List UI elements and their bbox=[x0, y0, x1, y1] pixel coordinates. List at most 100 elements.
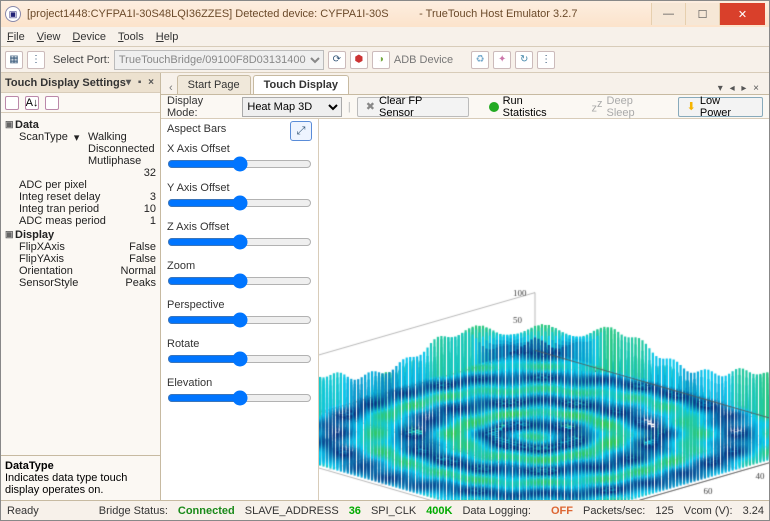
bridge-status-label: Bridge Status: bbox=[99, 505, 168, 517]
display-mode-label: Display Mode: bbox=[167, 95, 236, 119]
title-bar: ▣ [project1448:CYFPA1I-30S48LQI36ZZES] D… bbox=[1, 1, 769, 27]
property-tree[interactable]: ▣Data ScanType▾Walking Disconnected Mutl… bbox=[1, 113, 160, 455]
toolbar-icon-c[interactable]: ↻ bbox=[515, 51, 533, 69]
prop-amp[interactable]: ADC meas period bbox=[19, 215, 106, 227]
prop-orient-val: Normal bbox=[113, 265, 156, 277]
menu-tools[interactable]: Tools bbox=[118, 31, 144, 43]
tab-start-page[interactable]: Start Page bbox=[177, 75, 251, 94]
tabs-right-controls[interactable]: ▾ ◂ ▸ × bbox=[718, 83, 765, 94]
eraser-icon: ✖ bbox=[366, 100, 375, 113]
categorize-icon[interactable] bbox=[5, 96, 19, 110]
port-select[interactable]: TrueTouchBridge/09100F8D03131400 bbox=[114, 50, 324, 70]
prop-flipx[interactable]: FlipXAxis bbox=[19, 241, 65, 253]
slider-x-label: X Axis Offset bbox=[167, 143, 312, 155]
left-panel-title: Touch Display Settings bbox=[5, 77, 126, 89]
vcom-label: Vcom (V): bbox=[684, 505, 733, 517]
maximize-button[interactable]: ☐ bbox=[685, 3, 719, 25]
prop-scantype-val: Walking Disconnected Mutliphase bbox=[80, 131, 156, 167]
prop-ss[interactable]: SensorStyle bbox=[19, 277, 78, 289]
select-port-label: Select Port: bbox=[53, 54, 110, 66]
prop-flipx-val: False bbox=[121, 241, 156, 253]
deep-sleep-label: Deep Sleep bbox=[607, 95, 664, 119]
title-right: - TrueTouch Host Emulator 3.2.7 bbox=[419, 8, 577, 20]
slider-persp-label: Perspective bbox=[167, 299, 312, 311]
sleep-icon: zz bbox=[592, 98, 603, 115]
slave-addr-value: 36 bbox=[349, 505, 361, 517]
tab-touch-display[interactable]: Touch Display bbox=[253, 75, 349, 94]
menu-file[interactable]: File bbox=[7, 31, 25, 43]
prop-amp-val: 1 bbox=[142, 215, 156, 227]
heatmap-3d-canvas[interactable] bbox=[319, 119, 769, 500]
status-bar: Ready Bridge Status: Connected SLAVE_ADD… bbox=[1, 500, 769, 520]
prop-ird[interactable]: Integ reset delay bbox=[19, 191, 100, 203]
clear-fp-button[interactable]: ✖ Clear FP Sensor bbox=[357, 97, 469, 117]
slider-rotate-label: Rotate bbox=[167, 338, 312, 350]
slave-addr-label: SLAVE_ADDRESS bbox=[245, 505, 339, 517]
prop-itp-val: 10 bbox=[136, 203, 156, 215]
content-row: Aspect Bars ⤢ X Axis Offset Y Axis Offse… bbox=[161, 119, 769, 500]
clear-fp-label: Clear FP Sensor bbox=[379, 95, 460, 119]
slider-elev-label: Elevation bbox=[167, 377, 312, 389]
chart-area[interactable] bbox=[319, 119, 769, 500]
slider-persp[interactable] bbox=[167, 313, 312, 327]
run-statistics-button[interactable]: Run Statistics bbox=[481, 97, 578, 117]
window-title: [project1448:CYFPA1I-30S48LQI36ZZES] Det… bbox=[21, 8, 651, 20]
display-mode-select[interactable]: Heat Map 3D bbox=[242, 97, 342, 117]
deep-sleep-button[interactable]: zz Deep Sleep bbox=[584, 97, 672, 117]
left-panel: Touch Display Settings ▾ ▪ × A↓ ▣Data Sc… bbox=[1, 73, 161, 500]
slider-elev[interactable] bbox=[167, 391, 312, 405]
toolbar-icon-d[interactable]: ⋮ bbox=[537, 51, 555, 69]
prop-scan-extra: 32 bbox=[136, 167, 156, 179]
close-button[interactable]: ✕ bbox=[719, 3, 765, 25]
aspect-bars-panel: Aspect Bars ⤢ X Axis Offset Y Axis Offse… bbox=[161, 119, 319, 500]
toolbar: ▦ ⋮ Select Port: TrueTouchBridge/09100F8… bbox=[1, 47, 769, 73]
expand-icon[interactable]: ⤢ bbox=[290, 121, 312, 141]
menu-view[interactable]: View bbox=[37, 31, 61, 43]
toolbar-icon-1[interactable]: ▦ bbox=[5, 51, 23, 69]
minimize-button[interactable]: — bbox=[651, 3, 685, 25]
run-stats-label: Run Statistics bbox=[503, 95, 570, 119]
title-left: [project1448:CYFPA1I-30S48LQI36ZZES] Det… bbox=[27, 8, 389, 20]
status-ready: Ready bbox=[7, 505, 39, 517]
prop-orient[interactable]: Orientation bbox=[19, 265, 73, 277]
left-panel-header: Touch Display Settings ▾ ▪ × bbox=[1, 73, 160, 93]
packets-label: Packets/sec: bbox=[583, 505, 645, 517]
low-power-label: Low Power bbox=[700, 95, 754, 119]
prop-itp[interactable]: Integ tran period bbox=[19, 203, 99, 215]
menu-help[interactable]: Help bbox=[156, 31, 179, 43]
slider-x[interactable] bbox=[167, 157, 312, 171]
aspect-bars-title: Aspect Bars bbox=[167, 123, 226, 135]
adb-icon[interactable]: ◑ bbox=[372, 51, 390, 69]
left-tool-icon[interactable] bbox=[45, 96, 59, 110]
left-panel-header-controls[interactable]: ▾ ▪ × bbox=[126, 77, 156, 88]
slider-y-label: Y Axis Offset bbox=[167, 182, 312, 194]
low-power-button[interactable]: ⬇ Low Power bbox=[678, 97, 763, 117]
prop-scantype[interactable]: ScanType bbox=[19, 131, 68, 143]
prop-ss-val: Peaks bbox=[117, 277, 156, 289]
prop-flipy-val: False bbox=[121, 253, 156, 265]
menu-device[interactable]: Device bbox=[72, 31, 106, 43]
menu-bar: File View Device Tools Help bbox=[1, 27, 769, 47]
sort-az-icon[interactable]: A↓ bbox=[25, 96, 39, 110]
toolbar-icon-2[interactable]: ⋮ bbox=[27, 51, 45, 69]
section-data[interactable]: Data bbox=[15, 119, 39, 131]
chevron-left-icon[interactable]: ‹ bbox=[165, 82, 177, 94]
work-area: Touch Display Settings ▾ ▪ × A↓ ▣Data Sc… bbox=[1, 73, 769, 500]
prop-flipy[interactable]: FlipYAxis bbox=[19, 253, 64, 265]
toolbar-icon-a[interactable]: ♻ bbox=[471, 51, 489, 69]
slider-rotate[interactable] bbox=[167, 352, 312, 366]
slider-y[interactable] bbox=[167, 196, 312, 210]
tabs-row: ‹ Start Page Touch Display ▾ ◂ ▸ × bbox=[161, 73, 769, 95]
toolbar-icon-b[interactable]: ✦ bbox=[493, 51, 511, 69]
refresh-port-icon[interactable]: ⟳ bbox=[328, 51, 346, 69]
description-box: DataType Indicates data type touch displ… bbox=[1, 455, 160, 500]
display-controls-row: Display Mode: Heat Map 3D | ✖ Clear FP S… bbox=[161, 95, 769, 119]
section-display[interactable]: Display bbox=[15, 229, 54, 241]
slider-zoom[interactable] bbox=[167, 274, 312, 288]
vcom-value: 3.24 bbox=[743, 505, 764, 517]
prop-adcpp[interactable]: ADC per pixel bbox=[19, 179, 87, 191]
left-panel-tool-row: A↓ bbox=[1, 93, 160, 113]
right-panel: ‹ Start Page Touch Display ▾ ◂ ▸ × Displ… bbox=[161, 73, 769, 500]
bridge-icon[interactable]: ⬢ bbox=[350, 51, 368, 69]
slider-z[interactable] bbox=[167, 235, 312, 249]
